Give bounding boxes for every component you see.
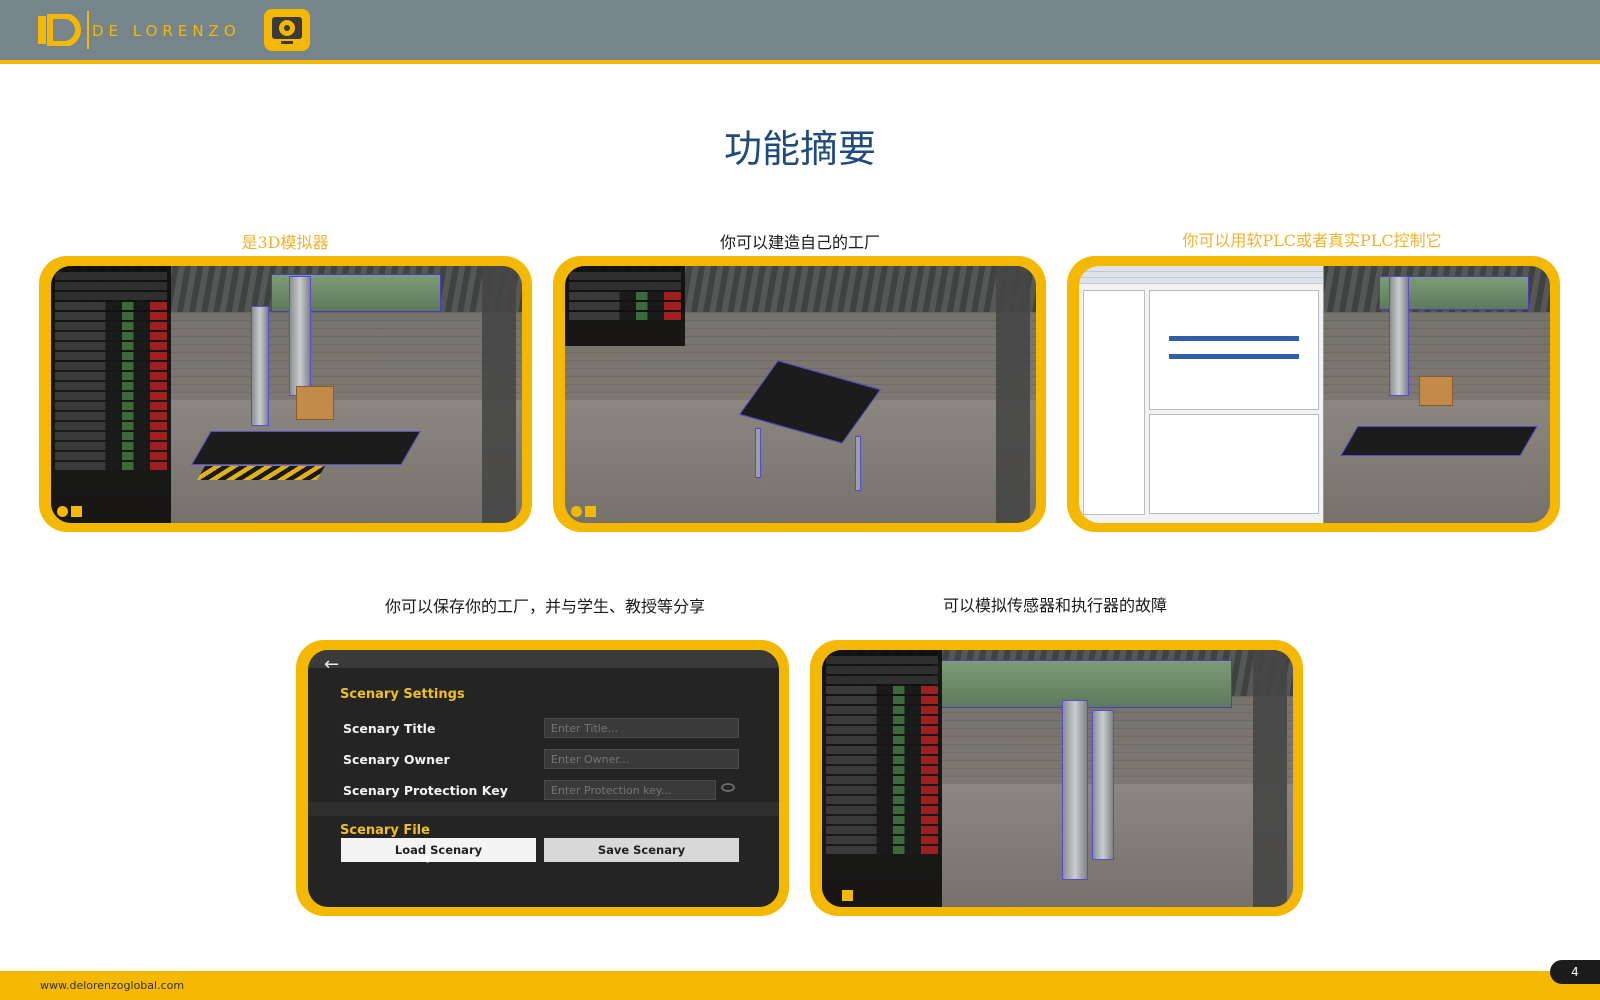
caption-plc-control: 你可以用软PLC或者真实PLC控制它: [1182, 231, 1442, 250]
brand-name: DE LORENZO: [92, 22, 241, 40]
plc-connections-panel: [51, 266, 171, 523]
header-bar: DE LORENZO: [0, 0, 1600, 60]
fault-simulation-viewport: [822, 650, 1293, 907]
back-arrow-icon[interactable]: ←: [324, 654, 339, 675]
tool-strip: [996, 266, 1030, 523]
scenario-settings-panel: ← Scenary Settings Scenary Title Scenary…: [308, 650, 779, 907]
plc-and-simulator-viewport: [1079, 266, 1550, 523]
load-scenario-button[interactable]: Load Scenary: [341, 838, 536, 862]
page-number: 4: [1550, 960, 1600, 984]
scenario-title-input[interactable]: [544, 718, 739, 738]
scenario-title-label: Scenary Title: [343, 721, 436, 736]
screenshot-fault-simulation: [810, 640, 1303, 916]
tool-strip: [1253, 650, 1287, 907]
dl-logo-icon: [38, 14, 81, 46]
menu-icon: [842, 890, 853, 901]
settings-gear-icon: [57, 506, 68, 517]
screenshot-plc-control: [1067, 256, 1560, 532]
menu-icon: [585, 506, 596, 517]
header-accent-line: [0, 60, 1600, 64]
logo-divider: [87, 11, 89, 49]
menu-icon: [71, 506, 82, 517]
caption-fault-simulation: 可以模拟传感器和执行器的故障: [942, 596, 1167, 615]
scenario-protection-key-label: Scenary Protection Key: [343, 783, 508, 798]
gear-monitor-icon: [264, 9, 310, 51]
caption-build-factory: 你可以建造自己的工厂: [719, 233, 880, 252]
factory-viewport: [565, 266, 1036, 523]
save-scenario-button[interactable]: Save Scenary: [544, 838, 739, 862]
simulator-viewport: [51, 266, 522, 523]
belt-parameters-panel: [565, 266, 685, 346]
scenario-owner-input[interactable]: [544, 749, 739, 769]
scenario-file-title: Scenary File: [340, 823, 430, 838]
settings-gear-icon: [571, 506, 582, 517]
plc-software-window: [1079, 266, 1324, 523]
caption-save-share: 你可以保存你的工厂，并与学生、教授等分享: [384, 597, 705, 616]
scenario-owner-label: Scenary Owner: [343, 752, 450, 767]
screenshot-scenario-settings: ← Scenary Settings Scenary Title Scenary…: [296, 640, 789, 916]
scenario-protection-key-input[interactable]: [544, 780, 716, 800]
page-title: 功能摘要: [723, 127, 876, 171]
settings-section-title: Scenary Settings: [340, 687, 465, 702]
screenshot-build-factory: [553, 256, 1046, 532]
screenshot-3d-simulator: [39, 256, 532, 532]
footer-bar: [0, 971, 1600, 1000]
plc-connections-panel: [822, 650, 942, 907]
eye-icon[interactable]: [721, 783, 735, 792]
footer-url: www.delorenzoglobal.com: [40, 979, 185, 992]
tool-strip: [482, 266, 516, 523]
caption-3d-simulator: 是3D模拟器: [241, 233, 329, 252]
